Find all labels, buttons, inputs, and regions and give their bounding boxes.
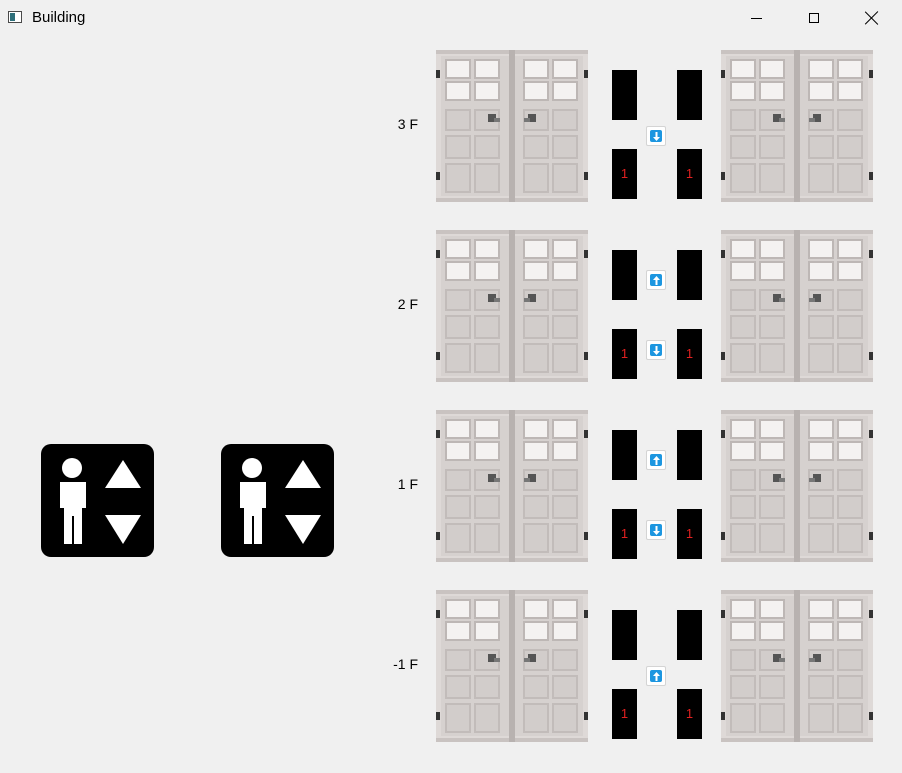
elevator-a-floor-display: 1 bbox=[612, 509, 637, 559]
elevator-b-door bbox=[721, 50, 873, 202]
elevator-a-indicator-top bbox=[612, 250, 637, 300]
person-up-down-icon bbox=[60, 458, 141, 544]
elevator-b-indicator-top bbox=[677, 250, 702, 300]
arrow-down-icon bbox=[653, 346, 660, 355]
arrow-down-icon bbox=[653, 132, 660, 141]
floor-row-2f: 2 F 1 1 bbox=[380, 230, 880, 382]
elevator-b-floor-display: 1 bbox=[677, 509, 702, 559]
elevator-b-indicator-top bbox=[677, 430, 702, 480]
floor-label: 2 F bbox=[397, 296, 418, 312]
app-window-icon bbox=[8, 11, 22, 23]
window-title: Building bbox=[32, 9, 86, 26]
elevator-a-floor-display: 1 bbox=[612, 329, 637, 379]
elevator-b-door bbox=[721, 590, 873, 742]
minimize-icon bbox=[750, 17, 762, 19]
elevator-a-floor-display: 1 bbox=[612, 149, 637, 199]
maximize-button[interactable] bbox=[785, 0, 843, 36]
elevator-b-floor-display: 1 bbox=[677, 689, 702, 739]
elevator-a-door bbox=[436, 410, 588, 562]
elevator-a-indicator-top bbox=[612, 70, 637, 120]
minimize-button[interactable] bbox=[727, 0, 785, 36]
elevator-a-door bbox=[436, 50, 588, 202]
maximize-icon bbox=[809, 13, 819, 23]
floor-label: 3 F bbox=[397, 116, 418, 132]
elevator-b-floor-display: 1 bbox=[677, 149, 702, 199]
floor-row-b1f: -1 F 1 1 bbox=[380, 590, 880, 742]
elevator-a-door bbox=[436, 230, 588, 382]
up-call-button[interactable] bbox=[646, 450, 666, 470]
elevator-b-door bbox=[721, 410, 873, 562]
arrow-down-icon bbox=[653, 526, 660, 535]
elevator-a-indicator-top bbox=[612, 430, 637, 480]
elevator-b-indicator-top bbox=[677, 610, 702, 660]
down-call-button[interactable] bbox=[646, 340, 666, 360]
floor-row-3f: 3 F 1 1 bbox=[380, 50, 880, 202]
arrow-up-icon bbox=[653, 672, 660, 681]
elevator-b-indicator-top bbox=[677, 70, 702, 120]
close-button[interactable] bbox=[843, 0, 901, 36]
down-call-button[interactable] bbox=[646, 520, 666, 540]
elevator-call-panel-2[interactable] bbox=[221, 444, 334, 557]
title-bar: Building bbox=[0, 0, 902, 36]
elevator-call-panel-1[interactable] bbox=[41, 444, 154, 557]
elevator-b-floor-display: 1 bbox=[677, 329, 702, 379]
up-call-button[interactable] bbox=[646, 270, 666, 290]
elevator-a-door bbox=[436, 590, 588, 742]
elevator-a-indicator-top bbox=[612, 610, 637, 660]
arrow-up-icon bbox=[653, 276, 660, 285]
floor-row-1f: 1 F 1 1 bbox=[380, 410, 880, 562]
up-call-button[interactable] bbox=[646, 666, 666, 686]
elevator-a-floor-display: 1 bbox=[612, 689, 637, 739]
floor-label: -1 F bbox=[393, 656, 418, 672]
person-up-down-icon bbox=[240, 458, 321, 544]
arrow-up-icon bbox=[653, 456, 660, 465]
floor-label: 1 F bbox=[397, 476, 418, 492]
elevator-b-door bbox=[721, 230, 873, 382]
close-icon bbox=[865, 11, 879, 25]
down-call-button[interactable] bbox=[646, 126, 666, 146]
